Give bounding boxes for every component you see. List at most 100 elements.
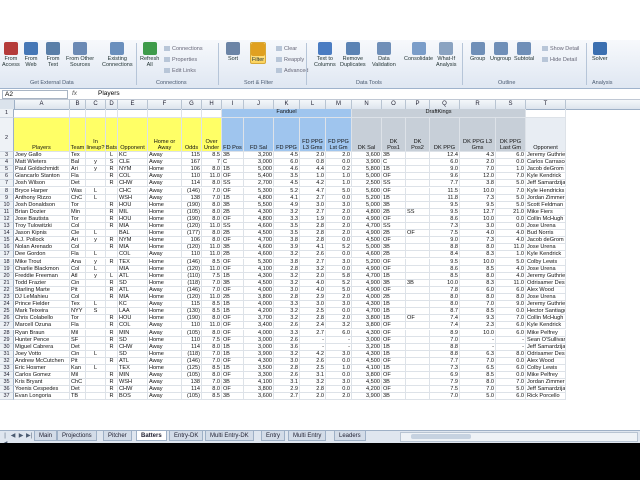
data-cell[interactable]: 2B [222,294,244,302]
data-cell[interactable]: 8.8 [430,343,460,351]
data-cell[interactable]: Jeremy Guthrie [526,152,566,160]
row-header[interactable]: 17 [0,251,14,259]
data-cell[interactable]: Min [70,208,86,216]
data-cell[interactable]: Fla [70,251,86,259]
column-title[interactable]: DK Sal [352,118,382,152]
data-cell[interactable]: 4,300 [352,301,382,309]
data-cell[interactable]: L [86,265,106,273]
data-cell[interactable]: 8.0 [202,201,222,209]
data-cell[interactable]: OF [382,187,406,195]
data-cell[interactable]: 2.7 [300,194,326,202]
column-header-n[interactable]: N [352,100,382,109]
data-cell[interactable]: 7.0 [460,301,496,309]
data-cell[interactable]: CHW [118,180,148,188]
data-cell[interactable]: R [106,329,118,337]
ribbon-button-existing-connections[interactable]: Existing Connections [102,42,133,68]
data-cell[interactable]: L [86,187,106,195]
data-cell[interactable]: Away [148,329,182,337]
data-cell[interactable] [406,194,430,202]
column-title[interactable]: FD PPG [274,118,300,152]
data-cell[interactable]: 4,900 [352,279,382,287]
data-cell[interactable]: 1B [382,365,406,373]
data-cell[interactable]: 21.0 [496,208,526,216]
column-header-b[interactable]: B [70,100,86,109]
data-cell[interactable]: 7.4 [430,322,460,330]
data-cell[interactable]: 2.8 [300,223,326,231]
ribbon-button-from-access[interactable]: From Access [2,42,20,68]
column-header-r[interactable]: R [460,100,496,109]
data-cell[interactable]: Odrisamer Despaigne [526,350,566,358]
data-cell[interactable]: 4,300 [352,329,382,337]
row-header[interactable]: 37 [0,393,14,401]
ribbon-button-group[interactable]: Group [470,42,485,62]
data-cell[interactable] [86,329,106,337]
data-cell[interactable]: 4,600 [352,251,382,259]
data-cell[interactable]: 3,800 [244,386,274,394]
data-cell[interactable]: Fla [70,173,86,181]
data-cell[interactable] [86,215,106,223]
data-cell[interactable]: L [86,301,106,309]
data-cell[interactable]: 4,100 [352,365,382,373]
data-cell[interactable]: 3.0 [326,258,352,266]
data-cell[interactable]: 1B [222,272,244,280]
data-cell[interactable]: Away [148,173,182,181]
column-title[interactable]: Home or Away [148,118,182,152]
data-cell[interactable]: 2.9 [300,294,326,302]
data-cell[interactable]: 3,700 [244,315,274,323]
data-cell[interactable]: 1B [222,343,244,351]
data-cell[interactable]: 8.0 [430,294,460,302]
data-cell[interactable]: 5,400 [244,173,274,181]
data-cell[interactable]: 7.3 [430,223,460,231]
data-cell[interactable]: 11.5 [430,187,460,195]
cell-row1[interactable] [118,109,148,118]
data-cell[interactable]: 138 [182,194,202,202]
data-cell[interactable]: MIA [118,294,148,302]
fanduel-group-header[interactable]: Fanduel [222,109,352,118]
data-cell[interactable]: 2,500 [352,180,382,188]
row-header[interactable]: 24 [0,301,14,309]
data-cell[interactable]: BOS [118,393,148,401]
player-name-cell[interactable]: DJ LeMahieu [14,294,70,302]
data-cell[interactable]: 8.8 [430,350,460,358]
data-cell[interactable]: 2.7 [300,208,326,216]
first-sheet-icon[interactable]: |◀ [2,432,8,447]
data-cell[interactable]: Jeff Samardzija [526,343,566,351]
data-cell[interactable]: Pit [70,357,86,365]
data-cell[interactable]: 3B [382,393,406,401]
data-cell[interactable]: 2.8 [300,315,326,323]
data-cell[interactable]: Away [148,194,182,202]
data-cell[interactable]: 6.0 [274,159,300,167]
data-cell[interactable]: 8.0 [496,350,526,358]
data-cell[interactable]: 3,900 [352,159,382,167]
data-cell[interactable]: 4,800 [244,215,274,223]
data-cell[interactable]: 0.0 [326,372,352,380]
player-name-cell[interactable]: Ryan Braun [14,329,70,337]
data-cell[interactable]: R [106,237,118,245]
data-cell[interactable]: CLE [118,159,148,167]
data-cell[interactable] [406,294,430,302]
data-cell[interactable]: 5.0 [496,194,526,202]
data-cell[interactable] [106,251,118,259]
column-title[interactable]: FD PPG Lst Gm [326,118,352,152]
data-cell[interactable]: Carlos Carrasco [526,159,566,167]
data-cell[interactable]: 2.5 [300,308,326,316]
ribbon-button-filter[interactable]: Filter [250,42,266,64]
data-cell[interactable] [106,187,118,195]
row-header[interactable]: 4 [0,159,14,167]
data-cell[interactable]: 2B [382,208,406,216]
data-cell[interactable]: 4,200 [352,386,382,394]
data-cell[interactable] [106,350,118,358]
data-cell[interactable]: (120) [182,223,202,231]
column-title[interactable]: FD Sal [244,118,274,152]
data-cell[interactable]: R [106,322,118,330]
data-cell[interactable]: R [106,279,118,287]
data-cell[interactable]: HOU [118,201,148,209]
row-header[interactable]: 22 [0,286,14,294]
player-name-cell[interactable]: Bryce Harper [14,187,70,195]
data-cell[interactable]: 6.0 [496,365,526,373]
data-cell[interactable]: Home [148,365,182,373]
data-cell[interactable]: (146) [182,286,202,294]
data-cell[interactable]: 4.5 [274,152,300,160]
data-cell[interactable]: 2.0 [326,208,352,216]
data-cell[interactable]: Was [70,187,86,195]
